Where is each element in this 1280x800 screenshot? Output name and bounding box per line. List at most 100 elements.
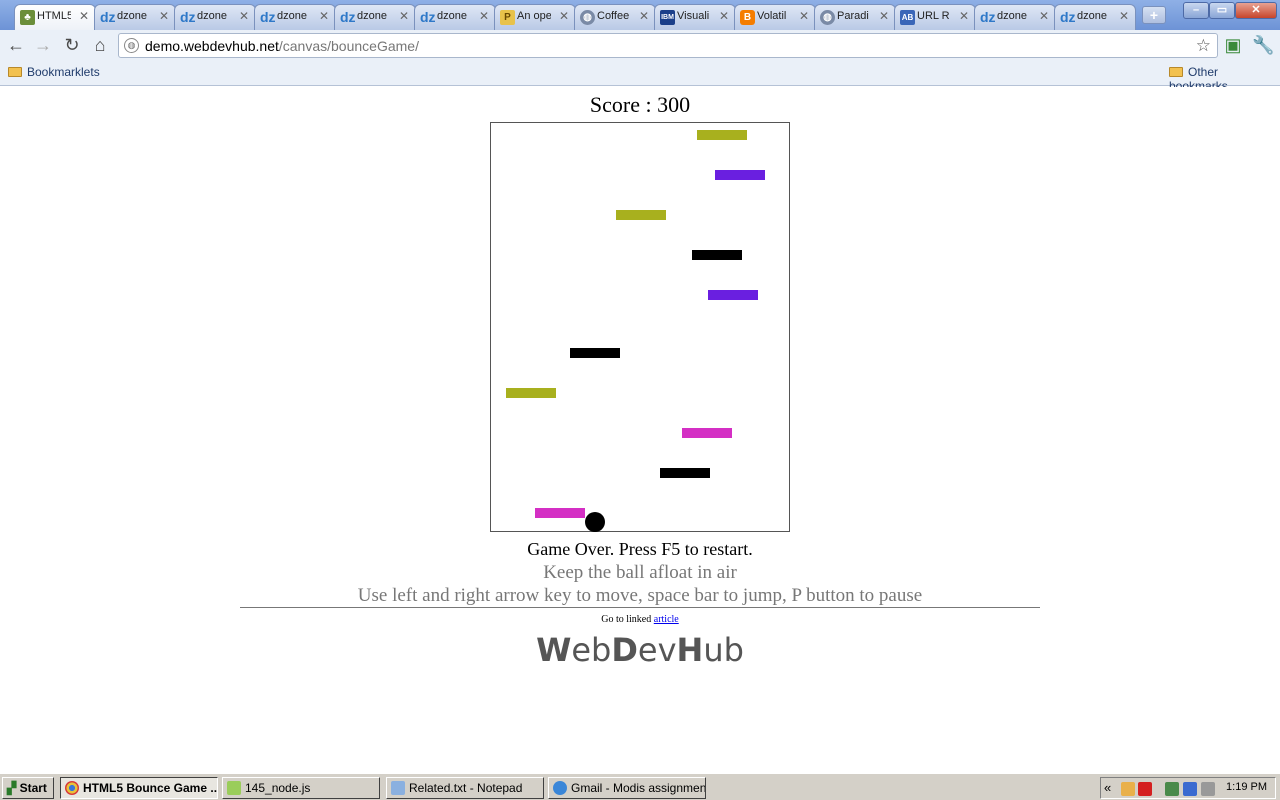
game-canvas[interactable] (490, 122, 790, 532)
home-button[interactable]: ⌂ (89, 34, 111, 56)
close-tab-icon[interactable]: ✕ (1119, 9, 1129, 23)
bookmarks-bar: Bookmarklets Other bookmarks (0, 60, 1280, 93)
article-link[interactable]: article (654, 614, 679, 625)
platform-violet (715, 170, 765, 180)
tab-title: dzone (197, 10, 227, 22)
divider (240, 607, 1040, 608)
close-tab-icon[interactable]: ✕ (639, 9, 649, 23)
taskbar-item[interactable]: 145_node.js (222, 777, 380, 799)
back-button[interactable]: ← (5, 34, 27, 56)
volume-icon[interactable] (1201, 782, 1215, 796)
chrome-icon (65, 781, 79, 795)
taskbar-item[interactable]: HTML5 Bounce Game ... (60, 777, 218, 799)
taskbar: ▞ Start « 1:19 PM HTML5 Bounce Game ... 1… (0, 773, 1280, 800)
extension-icon[interactable]: ▣ (1222, 34, 1244, 56)
maximize-button[interactable]: ▭ (1209, 2, 1235, 19)
tab-4[interactable]: dz dzone ✕ (334, 4, 416, 30)
address-bar[interactable]: ◍ demo.webdevhub.net/canvas/bounceGame/ … (118, 33, 1218, 58)
instructions-goal: Keep the ball afloat in air (543, 562, 737, 583)
reload-button[interactable]: ↻ (61, 34, 83, 56)
tab-5[interactable]: dz dzone ✕ (414, 4, 496, 30)
tab-6[interactable]: P An ope ✕ (494, 4, 576, 30)
system-tray: « 1:19 PM (1100, 777, 1276, 799)
close-tab-icon[interactable]: ✕ (479, 9, 489, 23)
network-icon[interactable] (1183, 782, 1197, 796)
forward-button[interactable]: → (32, 34, 54, 56)
tab-12[interactable]: dz dzone ✕ (974, 4, 1056, 30)
tab-8[interactable]: IBM Visuali ✕ (654, 4, 736, 30)
logo-part: W (536, 631, 572, 669)
new-tab-button[interactable]: + (1142, 6, 1166, 24)
p-icon: P (500, 10, 515, 25)
start-button[interactable]: ▞ Start (2, 777, 54, 799)
close-tab-icon[interactable]: ✕ (1039, 9, 1049, 23)
platform-olive (697, 130, 747, 140)
dzone-icon: dz (420, 9, 436, 25)
toolbar: ← → ↻ ⌂ ◍ demo.webdevhub.net/canvas/boun… (0, 30, 1280, 60)
close-tab-icon[interactable]: ✕ (159, 9, 169, 23)
platform-violet (708, 290, 758, 300)
close-tab-icon[interactable]: ✕ (239, 9, 249, 23)
clock: 1:19 PM (1226, 781, 1267, 793)
taskbar-item[interactable]: Related.txt - Notepad (386, 777, 544, 799)
close-tab-icon[interactable]: ✕ (799, 9, 809, 23)
minimize-button[interactable]: – (1183, 2, 1209, 19)
bookmark-label: Bookmarklets (27, 65, 100, 79)
taskbar-item-label: HTML5 Bounce Game ... (83, 781, 218, 795)
tab-0[interactable]: ♣ HTML5 ✕ (14, 4, 96, 30)
tab-13[interactable]: dz dzone ✕ (1054, 4, 1136, 30)
platform-magenta (682, 428, 732, 438)
logo-part: D (611, 631, 638, 669)
close-tab-icon[interactable]: ✕ (79, 9, 89, 23)
url-text: demo.webdevhub.net/canvas/bounceGame/ (145, 38, 419, 54)
tab-title: dzone (437, 10, 467, 22)
logo-part: ev (637, 631, 677, 669)
tab-title: dzone (1077, 10, 1107, 22)
dzone-icon: dz (260, 9, 276, 25)
platform-olive (506, 388, 556, 398)
taskbar-item-label: 145_node.js (245, 781, 311, 795)
tab-title: dzone (997, 10, 1027, 22)
tab-title: dzone (117, 10, 147, 22)
tab-1[interactable]: dz dzone ✕ (94, 4, 176, 30)
tab-7[interactable]: ◍ Coffee ✕ (574, 4, 656, 30)
folder-icon (1169, 67, 1183, 77)
folder-icon (8, 67, 22, 77)
blogger-icon: B (740, 10, 755, 25)
close-tab-icon[interactable]: ✕ (399, 9, 409, 23)
dzone-icon: dz (180, 9, 196, 25)
tab-10[interactable]: ◍ Paradi ✕ (814, 4, 896, 30)
close-tab-icon[interactable]: ✕ (959, 9, 969, 23)
tab-3[interactable]: dz dzone ✕ (254, 4, 336, 30)
dzone-icon: dz (980, 9, 996, 25)
ball (585, 512, 605, 532)
tab-11[interactable]: AB URL R ✕ (894, 4, 976, 30)
linked-prefix: Go to linked (601, 614, 654, 625)
close-tab-icon[interactable]: ✕ (879, 9, 889, 23)
bookmark-star-icon[interactable]: ☆ (1196, 36, 1211, 56)
page-content: Score : 300 Game Over. Press F5 to resta… (0, 87, 1280, 773)
ab-icon: AB (900, 10, 915, 25)
logo-part: eb (571, 631, 612, 669)
tab-9[interactable]: B Volatil ✕ (734, 4, 816, 30)
tray-app-icon[interactable] (1165, 782, 1179, 796)
bookmark-folder-bookmarklets[interactable]: Bookmarklets (8, 65, 100, 79)
mcafee-icon[interactable] (1138, 782, 1152, 796)
page-info-icon[interactable]: ◍ (124, 38, 139, 53)
close-tab-icon[interactable]: ✕ (559, 9, 569, 23)
close-tab-icon[interactable]: ✕ (719, 9, 729, 23)
close-window-button[interactable]: ✕ (1235, 2, 1277, 19)
tray-expand-icon[interactable]: « (1104, 780, 1111, 795)
tab-title: Coffee (597, 10, 630, 22)
close-tab-icon[interactable]: ✕ (319, 9, 329, 23)
tab-2[interactable]: dz dzone ✕ (174, 4, 256, 30)
tray-app-icon[interactable] (1121, 782, 1135, 796)
taskbar-item[interactable]: Gmail - Modis assignment... (548, 777, 706, 799)
dzone-icon: dz (100, 9, 116, 25)
logo-part: ub (703, 631, 744, 669)
ie-icon (553, 781, 567, 795)
linked-article-line: Go to linked article (0, 614, 1280, 625)
start-label: Start (19, 781, 47, 795)
taskbar-item-label: Gmail - Modis assignment... (571, 781, 706, 795)
wrench-icon[interactable]: 🔧 (1252, 34, 1274, 56)
